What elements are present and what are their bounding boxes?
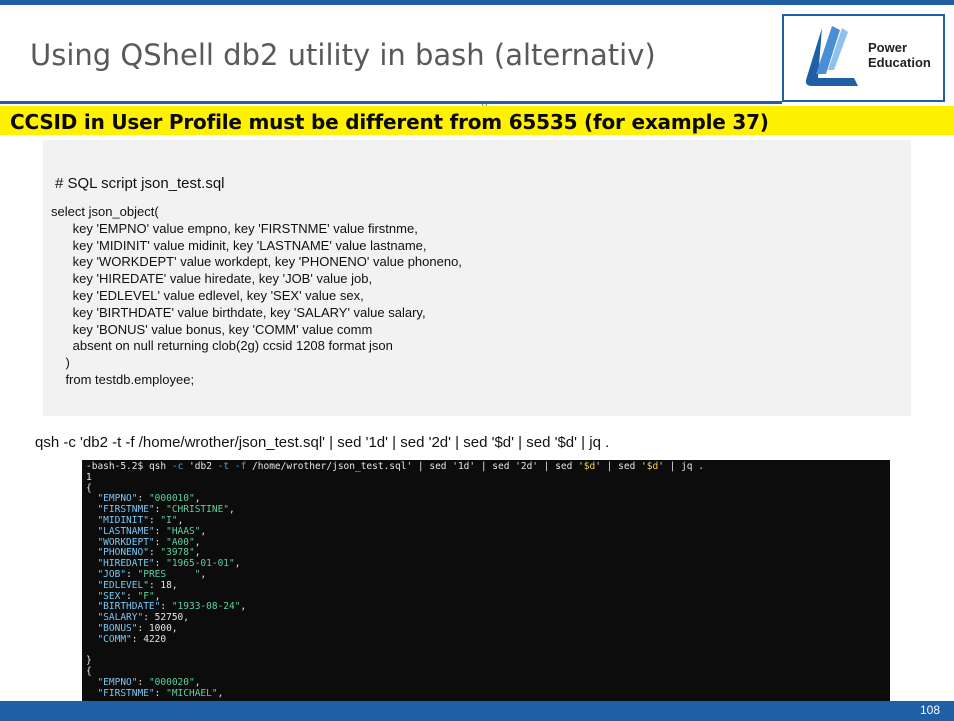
terminal-prompt-line: -bash-5.2$ qsh -c 'db2 -t -f /home/wroth… [86, 461, 704, 473]
power-education-logo: Power Education [782, 14, 945, 102]
opt-t: -t [217, 461, 230, 472]
dollar-2: $d [646, 461, 659, 472]
json-separator: , [194, 536, 201, 548]
json-separator: , [200, 525, 207, 537]
highlight-banner: CCSID in User Profile must be different … [0, 106, 954, 135]
cmd-qsh: qsh [148, 461, 167, 472]
json-key: "BIRTHDATE" [97, 601, 161, 613]
code-line: key 'BIRTHDATE' value birthdate, key 'SA… [51, 304, 426, 320]
json-value: "000010" [148, 493, 195, 505]
json-separator: , [177, 515, 184, 526]
sql-code-box: # SQL script json_test.sql select json_o… [43, 140, 911, 416]
pipe-1: | sed '1d' | sed '2d' | sed ' [417, 461, 584, 472]
json-value: "A00" [166, 536, 195, 548]
logo-text: Power Education [868, 40, 931, 70]
footer-bar: 108 [0, 701, 954, 721]
json-value: "CHRISTINE" [166, 504, 230, 516]
code-line: from testdb.employee; [51, 371, 195, 387]
code-comment: # SQL script json_test.sql [55, 175, 225, 192]
cmd-quoted-a: 'db2 [189, 461, 212, 472]
json-value: "MICHAEL" [166, 687, 218, 699]
json-key: "HIREDATE" [97, 558, 155, 570]
json-key: "EMPNO" [97, 493, 138, 505]
pipe-3: ' | jq . [658, 461, 704, 472]
json-value: "I" [160, 515, 178, 526]
code-line: ) [51, 355, 70, 371]
json-separator: , [154, 590, 161, 602]
json-separator: , [234, 558, 241, 570]
json-value: "HAAS" [166, 525, 201, 537]
json-value: "1965-01-01" [166, 558, 235, 570]
terminal-screenshot: -bash-5.2$ qsh -c 'db2 -t -f /home/wroth… [82, 460, 890, 721]
code-line: absent on null returning clob(2g) ccsid … [51, 338, 393, 354]
code-line: key 'BONUS' value bonus, key 'COMM' valu… [51, 321, 373, 337]
pipe-2: ' | sed ' [595, 461, 647, 472]
json-value: 52750 [154, 612, 184, 624]
json-key: "PHONENO" [97, 547, 149, 559]
json-separator: , [200, 569, 207, 580]
json-separator: , [240, 601, 247, 613]
command-line: qsh -c 'db2 -t -f /home/wrother/json_tes… [35, 434, 610, 451]
json-key: "EDLEVEL" [97, 579, 149, 591]
json-separator: , [217, 687, 224, 699]
code-line: key 'EMPNO' value empno, key 'FIRSTNME' … [51, 220, 418, 236]
logo-line-2: Education [868, 55, 931, 70]
logo-line-1: Power [868, 40, 908, 55]
json-value: "F" [137, 590, 155, 602]
json-field-line: "COMM": 4220 [97, 633, 167, 645]
opt-f: -f [234, 461, 247, 472]
opt-c: -c [171, 461, 184, 472]
header-rule [0, 101, 782, 104]
json-key: "SEX" [97, 590, 127, 602]
json-value: "000020" [148, 677, 195, 688]
json-key: "WORKDEPT" [97, 536, 155, 548]
json-separator: , [194, 547, 201, 559]
json-value: 18 [160, 579, 172, 591]
code-line: select json_object( [51, 204, 159, 219]
code-line: key 'WORKDEPT' value workdept, key 'PHON… [51, 254, 462, 270]
json-separator: , [171, 579, 178, 591]
slide-title: Using QShell db2 utility in bash (altern… [30, 38, 656, 72]
json-key: "COMM" [97, 633, 132, 645]
json-value: "3978" [160, 547, 195, 559]
code-line: key 'HIREDATE' value hiredate, key 'JOB'… [51, 271, 373, 287]
json-separator: , [183, 612, 190, 624]
json-value: 4220 [143, 633, 167, 645]
json-separator: , [194, 677, 201, 688]
json-value: "PRES " [137, 569, 201, 580]
page-number: 108 [919, 703, 940, 717]
code-line: key 'EDLEVEL' value edlevel, key 'SEX' v… [51, 287, 364, 303]
top-accent-line [0, 0, 954, 5]
dollar-1: $d [583, 461, 596, 472]
code-line: key 'MIDINIT' value midinit, key 'LASTNA… [51, 237, 427, 253]
json-separator: , [229, 504, 235, 516]
json-field-line: "FIRSTNME": "MICHAEL", [97, 687, 224, 699]
cmd-path: /home/wrother/json_test.sql' [252, 461, 413, 472]
json-key: "FIRSTNME" [97, 504, 155, 516]
json-key: "LASTNAME" [97, 525, 155, 537]
banner-text: CCSID in User Profile must be different … [10, 110, 769, 134]
json-key: "JOB" [97, 569, 127, 580]
json-key: "EMPNO" [97, 677, 138, 688]
logo-swoosh-icon [805, 26, 858, 86]
json-separator: , [194, 493, 201, 505]
json-value: 1000 [148, 623, 172, 634]
prompt: -bash-5.2$ [86, 461, 144, 472]
terminal-line-one: 1 [86, 471, 92, 483]
code-lines: select json_object( key 'EMPNO' value em… [51, 204, 462, 389]
json-key: "FIRSTNME" [97, 687, 155, 699]
json-value: "1933-08-24" [171, 601, 241, 613]
json-separator: , [171, 623, 178, 634]
json-key: "BONUS" [97, 623, 138, 634]
json-key: "MIDINIT" [97, 515, 149, 526]
json-key: "SALARY" [97, 612, 144, 624]
